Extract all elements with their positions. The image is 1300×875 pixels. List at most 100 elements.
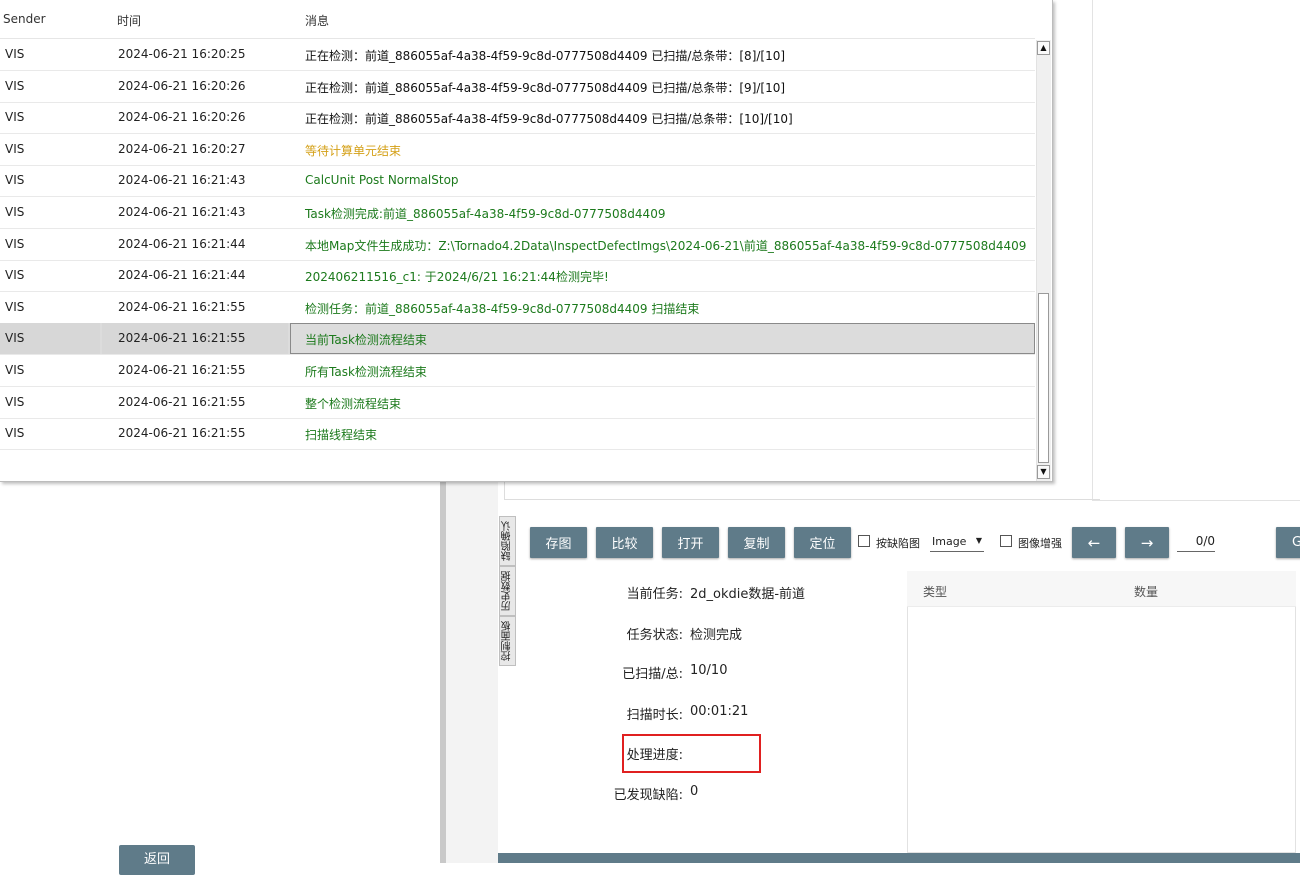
log-row[interactable]: VIS 2024-06-21 16:21:55 扫描线程结束: [0, 418, 1035, 451]
back-button[interactable]: 返回: [119, 845, 195, 875]
log-time: 2024-06-21 16:21:55: [118, 394, 246, 409]
log-sender: VIS: [5, 205, 25, 219]
panel-divider: [1092, 500, 1300, 501]
column-type[interactable]: 类型: [923, 583, 947, 600]
log-message: 本地Map文件生成成功：Z:\Tornado4.2Data\InspectDef…: [305, 238, 1027, 253]
log-table-header: Sender 时间 消息: [0, 0, 1035, 39]
log-time: 2024-06-21 16:20:25: [118, 47, 246, 61]
log-time: 2024-06-21 16:21:55: [118, 363, 246, 377]
log-message: CalcUnit Post NormalStop: [305, 173, 459, 188]
column-count[interactable]: 数量: [1134, 583, 1158, 600]
log-message: 扫描线程结束: [305, 428, 378, 443]
status-bar: [498, 853, 1300, 863]
log-row[interactable]: VIS 2024-06-21 16:21:55 检测任务：前道_886055af-4…: [0, 292, 1035, 324]
log-time: 2024-06-21 16:21:44: [118, 268, 246, 283]
log-message: 所有Task检测流程结束: [305, 365, 427, 379]
log-sender: VIS: [5, 78, 25, 93]
log-message: 202406211516_c1: 于2024/6/21 16:21:44检测完毕…: [305, 270, 609, 285]
log-time: 2024-06-21 16:20:26: [118, 110, 246, 125]
scroll-up-icon[interactable]: ▲: [1037, 41, 1050, 55]
log-row[interactable]: VIS 2024-06-21 16:20:25 正在检测：前道_886055af-4…: [0, 39, 1035, 71]
go-button[interactable]: G: [1276, 527, 1300, 558]
panel-divider: [1092, 0, 1093, 500]
log-sender: VIS: [5, 394, 25, 409]
log-message: Task检测完成:前道_886055af-4a38-4f59-9c8d-0777…: [305, 207, 666, 221]
log-message: 等待计算单元结束: [305, 143, 402, 158]
log-time: 2024-06-21 16:21:55: [118, 426, 246, 441]
save-image-button[interactable]: 存图: [530, 527, 587, 558]
tab-strip: [446, 480, 498, 863]
left-panel: [0, 480, 440, 863]
tab-control-panel[interactable]: 控制面板: [499, 616, 516, 666]
scan-time-value: 00:01:21: [690, 704, 749, 719]
column-sender[interactable]: Sender: [3, 12, 46, 26]
log-time: 2024-06-21 16:21:43: [118, 205, 246, 219]
enhance-checkbox[interactable]: [1000, 535, 1012, 547]
defect-table: [907, 571, 1296, 853]
defect-table-header: 类型 数量: [907, 571, 1296, 607]
image-select[interactable]: Image ▼: [930, 532, 984, 552]
locate-button[interactable]: 定位: [794, 527, 851, 558]
page-counter[interactable]: 0/0: [1177, 534, 1215, 552]
log-sender: VIS: [5, 268, 25, 283]
log-sender: VIS: [5, 47, 25, 61]
log-window: Sender 时间 消息 VIS 2024-06-21 16:20:25 正在检测：…: [0, 0, 1053, 482]
log-sender: VIS: [5, 299, 25, 314]
log-time: 2024-06-21 16:21:55: [118, 331, 246, 346]
log-sender: VIS: [5, 236, 25, 251]
defects-found-value: 0: [690, 784, 699, 799]
log-message: 当前Task检测流程结束: [305, 333, 427, 348]
task-status-label: 任务状态:: [626, 628, 683, 643]
log-row[interactable]: VIS 2024-06-21 16:20:27 等待计算单元结束: [0, 134, 1035, 166]
scanned-value: 10/10: [690, 663, 728, 678]
column-message[interactable]: 消息: [305, 12, 329, 29]
open-button[interactable]: 打开: [662, 527, 719, 558]
tab-defect-confirm[interactable]: 缺陷确认: [499, 516, 516, 566]
log-sender: VIS: [5, 331, 25, 346]
by-defect-checkbox[interactable]: [858, 535, 870, 547]
next-button[interactable]: →: [1125, 527, 1169, 558]
scroll-down-icon[interactable]: ▼: [1037, 465, 1050, 479]
chevron-down-icon: ▼: [975, 536, 982, 545]
scan-time-label: 扫描时长:: [626, 708, 683, 723]
log-message: 正在检测：前道_886055af-4a38-4f59-9c8d-0777508d…: [305, 49, 786, 63]
log-message: 整个检测流程结束: [305, 396, 402, 411]
highlight-annotation: [622, 734, 761, 773]
column-time[interactable]: 时间: [117, 12, 141, 29]
image-select-value: Image: [932, 535, 967, 548]
enhance-label: 图像增强: [1018, 537, 1062, 550]
log-row[interactable]: VIS 2024-06-21 16:21:55 当前Task检测流程结束: [0, 323, 1035, 356]
log-sender: VIS: [5, 173, 25, 188]
scanned-label: 已扫描/总:: [622, 667, 683, 682]
log-sender: VIS: [5, 110, 25, 125]
defects-found-label: 已发现缺陷:: [613, 788, 683, 803]
log-row[interactable]: VIS 2024-06-21 16:21:55 整个检测流程结束: [0, 387, 1035, 419]
log-time: 2024-06-21 16:20:26: [118, 78, 246, 93]
log-message: 正在检测：前道_886055af-4a38-4f59-9c8d-0777508d…: [305, 80, 786, 95]
log-row[interactable]: VIS 2024-06-21 16:20:26 正在检测：前道_886055af-4…: [0, 71, 1035, 103]
log-row[interactable]: VIS 2024-06-21 16:21:44 202406211516_c1: 于…: [0, 260, 1035, 293]
current-task-value: 2d_okdie数据-前道: [690, 587, 806, 602]
log-row[interactable]: VIS 2024-06-21 16:20:26 正在检测：前道_886055af-4…: [0, 102, 1035, 135]
log-row[interactable]: VIS 2024-06-21 16:21:43 CalcUnit Post Norm…: [0, 165, 1035, 198]
log-sender: VIS: [5, 426, 25, 441]
by-defect-label: 按缺陷图: [876, 537, 920, 550]
copy-button[interactable]: 复制: [728, 527, 785, 558]
scroll-thumb[interactable]: [1038, 293, 1049, 463]
log-sender: VIS: [5, 363, 25, 377]
log-row[interactable]: VIS 2024-06-21 16:21:43 Task检测完成:前道_886055…: [0, 197, 1035, 229]
log-message: 检测任务：前道_886055af-4a38-4f59-9c8d-0777508d…: [305, 301, 700, 316]
log-sender: VIS: [5, 141, 25, 156]
tab-history-data[interactable]: 历史数据: [499, 566, 516, 616]
log-time: 2024-06-21 16:20:27: [118, 141, 246, 156]
log-row[interactable]: VIS 2024-06-21 16:21:55 所有Task检测流程结束: [0, 355, 1035, 387]
log-time: 2024-06-21 16:21:55: [118, 299, 246, 314]
task-status-value: 检测完成: [690, 628, 743, 643]
compare-button[interactable]: 比较: [596, 527, 653, 558]
log-time: 2024-06-21 16:21:43: [118, 173, 246, 188]
log-row[interactable]: VIS 2024-06-21 16:21:44 本地Map文件生成成功：Z:\Tor…: [0, 229, 1035, 261]
log-time: 2024-06-21 16:21:44: [118, 236, 246, 251]
current-task-label: 当前任务:: [626, 587, 683, 602]
prev-button[interactable]: ←: [1072, 527, 1116, 558]
log-message: 正在检测：前道_886055af-4a38-4f59-9c8d-0777508d…: [305, 112, 793, 127]
